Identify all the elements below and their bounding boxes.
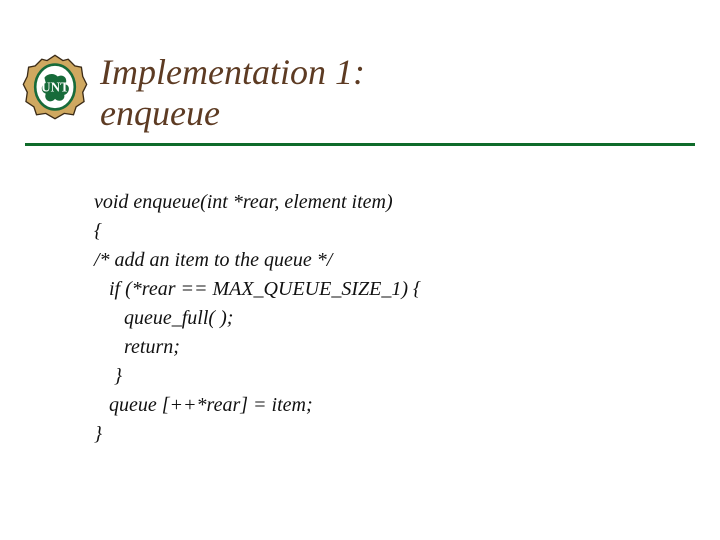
code-line: queue_full( ); (94, 307, 233, 329)
code-line: if (*rear == MAX_QUEUE_SIZE_1) { (94, 278, 421, 300)
code-line: } (94, 423, 102, 445)
title-line-1: Implementation 1: (100, 52, 365, 92)
slide-header: UNT Implementation 1: enqueue (0, 0, 720, 135)
code-block: void enqueue(int *rear, element item) { … (94, 188, 720, 449)
code-line: /* add an item to the queue */ (94, 249, 332, 271)
unt-logo: UNT (22, 54, 88, 120)
title-line-2: enqueue (100, 93, 220, 133)
code-line: return; (94, 336, 180, 358)
svg-text:UNT: UNT (41, 80, 69, 95)
code-line: } (94, 365, 122, 387)
title-underline (25, 143, 695, 146)
slide-title: Implementation 1: enqueue (100, 52, 680, 135)
code-line: void enqueue(int *rear, element item) (94, 191, 393, 213)
code-line: { (94, 220, 102, 242)
code-line: queue [++*rear] = item; (94, 394, 313, 416)
slide: UNT Implementation 1: enqueue void enque… (0, 0, 720, 540)
